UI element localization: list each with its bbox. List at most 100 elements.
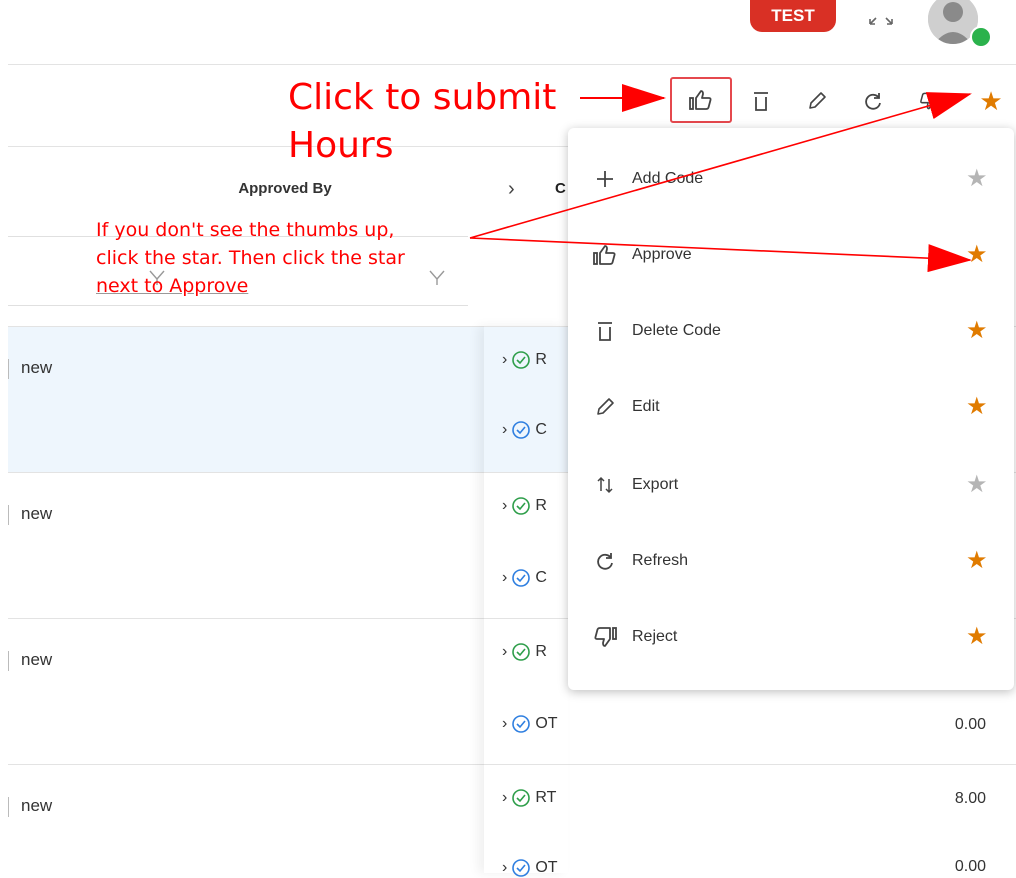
delete-toolbar-button[interactable] <box>744 84 778 118</box>
menu-item-delete-code[interactable]: Delete Code ★ <box>568 302 1014 362</box>
chevron-right-icon[interactable]: › <box>502 859 507 877</box>
check-circle-icon <box>512 859 531 877</box>
sub-row[interactable]: › RT <box>502 788 556 808</box>
sub-row-code: R <box>535 643 547 660</box>
annotation-line: Click to submit <box>288 77 557 118</box>
pencil-icon <box>592 394 618 420</box>
check-circle-icon <box>512 421 531 439</box>
sub-row-code: RT <box>535 789 557 806</box>
row-status: new <box>21 358 53 377</box>
cell-divider <box>8 504 9 525</box>
sub-row[interactable]: › R <box>502 496 547 516</box>
thumbs-up-icon <box>689 90 712 110</box>
sub-row[interactable]: › R <box>502 350 547 370</box>
thumbs-down-icon <box>592 624 618 650</box>
sub-row-code: OT <box>535 715 558 732</box>
menu-item-label: Approve <box>632 246 692 263</box>
pencil-icon <box>809 92 826 109</box>
approve-toolbar-button[interactable] <box>670 77 732 123</box>
check-circle-icon <box>512 351 531 369</box>
menu-item-export[interactable]: Export ★ <box>568 456 1014 516</box>
annotation-line: click the star. Then click the star <box>96 247 405 269</box>
environment-badge: TEST <box>750 0 836 32</box>
reject-toolbar-button[interactable] <box>912 84 946 118</box>
sub-row-code: R <box>535 497 547 514</box>
star-icon[interactable]: ★ <box>966 240 988 269</box>
menu-item-label: Refresh <box>632 552 689 569</box>
chevron-right-icon[interactable]: › <box>508 178 515 201</box>
check-circle-icon <box>512 497 531 515</box>
cell-divider <box>8 358 9 379</box>
chevron-right-icon[interactable]: › <box>502 715 507 733</box>
menu-item-refresh[interactable]: Refresh ★ <box>568 532 1014 592</box>
sub-row[interactable]: › OT <box>502 858 558 878</box>
star-icon[interactable]: ★ <box>966 622 988 651</box>
menu-item-label: Add Code <box>632 170 704 187</box>
star-icon[interactable]: ★ <box>966 316 988 345</box>
row-status: new <box>21 504 53 523</box>
star-icon[interactable]: ★ <box>966 470 988 499</box>
sub-row[interactable]: › OT <box>502 714 558 734</box>
annotation-line: If you don't see the thumbs up, <box>96 219 395 241</box>
table-row[interactable]: new <box>8 358 484 379</box>
sub-row-code: C <box>535 569 547 586</box>
check-circle-icon <box>512 643 531 661</box>
star-icon[interactable]: ★ <box>966 392 988 421</box>
table-row-highlight <box>8 326 484 472</box>
table-row[interactable]: new <box>8 650 484 671</box>
annotation-line: Hours <box>288 125 394 166</box>
refresh-icon <box>592 548 618 574</box>
chevron-right-icon[interactable]: › <box>502 351 507 369</box>
star-icon: ★ <box>979 85 1003 116</box>
favorites-toolbar-button[interactable]: ★ <box>974 84 1008 118</box>
filter-icon[interactable] <box>428 268 446 286</box>
export-arrows-icon <box>592 472 618 498</box>
annotation-submit-hours: Click to submit Hours <box>288 74 556 170</box>
chevron-right-icon[interactable]: › <box>502 421 507 439</box>
row-status: new <box>21 650 53 669</box>
expand-arrows-icon[interactable] <box>866 10 896 30</box>
table-row[interactable]: new <box>8 504 484 525</box>
sub-row[interactable]: › R <box>502 642 547 662</box>
refresh-icon <box>865 93 881 110</box>
toolbar-actions-menu: Add Code ★ Approve ★ Delete Code ★ Edit … <box>568 128 1014 690</box>
chevron-right-icon[interactable]: › <box>502 643 507 661</box>
chevron-right-icon[interactable]: › <box>502 497 507 515</box>
menu-item-label: Delete Code <box>632 322 721 339</box>
edit-toolbar-button[interactable] <box>800 84 834 118</box>
row-status: new <box>21 796 53 815</box>
menu-item-label: Reject <box>632 628 678 645</box>
menu-item-reject[interactable]: Reject ★ <box>568 608 1014 668</box>
menu-item-label: Edit <box>632 398 660 415</box>
thumbs-down-icon <box>920 92 940 110</box>
menu-item-approve[interactable]: Approve ★ <box>568 226 1014 286</box>
filter-row-bottom-border <box>8 305 468 306</box>
online-status-dot <box>970 26 992 48</box>
annotation-line: next to Approve <box>96 275 249 297</box>
chevron-right-icon[interactable]: › <box>502 789 507 807</box>
plus-icon <box>592 166 618 192</box>
header-divider <box>8 64 1016 65</box>
sub-row-code: R <box>535 351 547 368</box>
hours-value: 0.00 <box>954 716 986 733</box>
menu-item-add-code[interactable]: Add Code ★ <box>568 150 1014 210</box>
annotation-star-hint: If you don't see the thumbs up, click th… <box>96 216 405 300</box>
hours-value: 0.00 <box>954 858 986 875</box>
chevron-right-icon[interactable]: › <box>502 569 507 587</box>
sub-row-code: OT <box>535 859 558 876</box>
top-header <box>0 0 1016 64</box>
check-circle-icon <box>512 715 531 733</box>
column-header-code[interactable]: C <box>555 180 566 197</box>
menu-item-label: Export <box>632 476 679 493</box>
sub-row[interactable]: › C <box>502 568 547 588</box>
menu-item-edit[interactable]: Edit ★ <box>568 378 1014 438</box>
check-circle-icon <box>512 569 531 587</box>
cell-divider <box>8 650 9 671</box>
star-icon[interactable]: ★ <box>966 164 988 193</box>
sub-row-code: C <box>535 421 547 438</box>
table-row[interactable]: new <box>8 796 484 817</box>
refresh-toolbar-button[interactable] <box>856 84 890 118</box>
sub-row[interactable]: › C <box>502 420 547 440</box>
column-header-approved-by[interactable]: Approved By <box>200 180 370 197</box>
star-icon[interactable]: ★ <box>966 546 988 575</box>
